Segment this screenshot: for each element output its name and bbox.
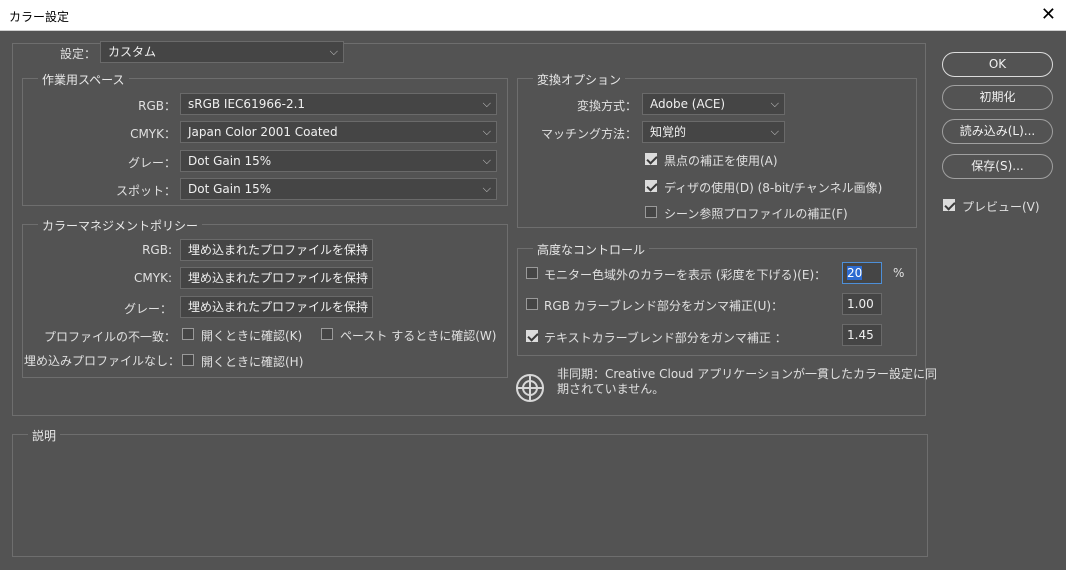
bpc-checkbox[interactable] — [645, 153, 657, 165]
save-button[interactable]: 保存(S)... — [942, 154, 1053, 179]
load-button[interactable]: 読み込み(L)... — [942, 119, 1053, 144]
defaults-button[interactable]: 初期化 — [942, 85, 1053, 110]
chevron-down-icon: ⌵ — [770, 97, 779, 110]
scene-label: シーン参照プロファイルの補正(F) — [664, 207, 848, 221]
chevron-down-icon: ⌵ — [358, 300, 367, 313]
scene-checkbox[interactable] — [645, 206, 657, 218]
title-bar: カラー設定 ✕ — [0, 0, 1066, 31]
ws-spot-select[interactable]: Dot Gain 15% ⌵ — [180, 178, 497, 200]
desaturate-input[interactable]: 20 — [842, 262, 882, 284]
mismatch-open-label: 開くときに確認(K) — [201, 329, 303, 343]
policy-cmyk-select[interactable]: 埋め込まれたプロファイルを保持 ⌵ — [180, 267, 373, 289]
settings-label: 設定： — [59, 47, 96, 61]
blend-text-checkbox[interactable] — [526, 330, 538, 342]
chevron-down-icon: ⌵ — [358, 243, 367, 256]
dither-checkbox[interactable] — [645, 180, 657, 192]
preview-label: プレビュー(V) — [962, 200, 1040, 214]
policies-title: カラーマネジメントポリシー — [38, 217, 203, 234]
ws-cmyk-label: CMYK： — [130, 127, 176, 141]
desaturate-label: モニター色域外のカラーを表示 (彩度を下げる)(E)： — [544, 268, 827, 282]
intent-select[interactable]: 知覚的 ⌵ — [642, 121, 785, 143]
conversion-title: 変換オプション — [533, 71, 626, 88]
description-title: 説明 — [28, 427, 61, 444]
blend-text-label: テキストカラーブレンド部分をガンマ補正 ： — [544, 331, 787, 345]
chevron-down-icon: ⌵ — [482, 97, 491, 110]
policy-gray-label: グレー： — [123, 302, 172, 316]
chevron-down-icon: ⌵ — [329, 45, 338, 58]
working-spaces-title: 作業用スペース — [38, 71, 129, 88]
sync-status-icon — [516, 374, 544, 402]
preview-checkbox[interactable] — [943, 199, 955, 211]
desaturate-unit: % — [893, 266, 905, 280]
bpc-label: 黒点の補正を使用(A) — [664, 154, 778, 168]
chevron-down-icon: ⌵ — [358, 271, 367, 284]
blend-rgb-input[interactable]: 1.00 — [842, 293, 882, 315]
missing-open-label: 開くときに確認(H) — [201, 355, 304, 369]
engine-select[interactable]: Adobe (ACE) ⌵ — [642, 93, 785, 115]
blend-text-input[interactable]: 1.45 — [842, 324, 882, 346]
mismatch-label: プロファイルの不一致： — [43, 330, 176, 344]
chevron-down-icon: ⌵ — [770, 125, 779, 138]
chevron-down-icon: ⌵ — [482, 154, 491, 167]
mismatch-paste-checkbox[interactable] — [321, 328, 333, 340]
chevron-down-icon: ⌵ — [482, 125, 491, 138]
settings-select[interactable]: カスタム ⌵ — [100, 41, 344, 63]
mismatch-paste-label: ペースト するときに確認(W) — [340, 329, 497, 343]
ws-rgb-label: RGB： — [138, 99, 176, 113]
missing-label: 埋め込みプロファイルなし： — [24, 354, 181, 368]
close-icon[interactable]: ✕ — [1041, 4, 1056, 25]
policy-cmyk-label: CMYK: — [134, 271, 172, 285]
intent-label: マッチング方法： — [540, 127, 637, 141]
advanced-title: 高度なコントロール — [533, 241, 650, 258]
ws-spot-label: スポット： — [115, 184, 176, 198]
ws-cmyk-select[interactable]: Japan Color 2001 Coated ⌵ — [180, 121, 497, 143]
desaturate-checkbox[interactable] — [526, 267, 538, 279]
ws-rgb-select[interactable]: sRGB IEC61966-2.1 ⌵ — [180, 93, 497, 115]
description-group — [12, 434, 928, 557]
window-title: カラー設定 — [9, 10, 70, 24]
mismatch-open-checkbox[interactable] — [182, 328, 194, 340]
policy-gray-select[interactable]: 埋め込まれたプロファイルを保持 ⌵ — [180, 296, 373, 318]
dither-label: ディザの使用(D) (8-bit/チャンネル画像) — [664, 181, 883, 195]
blend-rgb-label: RGB カラーブレンド部分をガンマ補正(U)： — [544, 299, 784, 313]
chevron-down-icon: ⌵ — [482, 182, 491, 195]
engine-label: 変換方式： — [576, 99, 637, 113]
policy-rgb-select[interactable]: 埋め込まれたプロファイルを保持 ⌵ — [180, 239, 373, 261]
missing-open-checkbox[interactable] — [182, 354, 194, 366]
policy-rgb-label: RGB: — [142, 243, 172, 257]
ws-gray-select[interactable]: Dot Gain 15% ⌵ — [180, 150, 497, 172]
blend-rgb-checkbox[interactable] — [526, 298, 538, 310]
ws-gray-label: グレー： — [127, 156, 176, 170]
ok-button[interactable]: OK — [942, 52, 1053, 77]
sync-status-line2: 期されていません。 — [557, 382, 665, 396]
